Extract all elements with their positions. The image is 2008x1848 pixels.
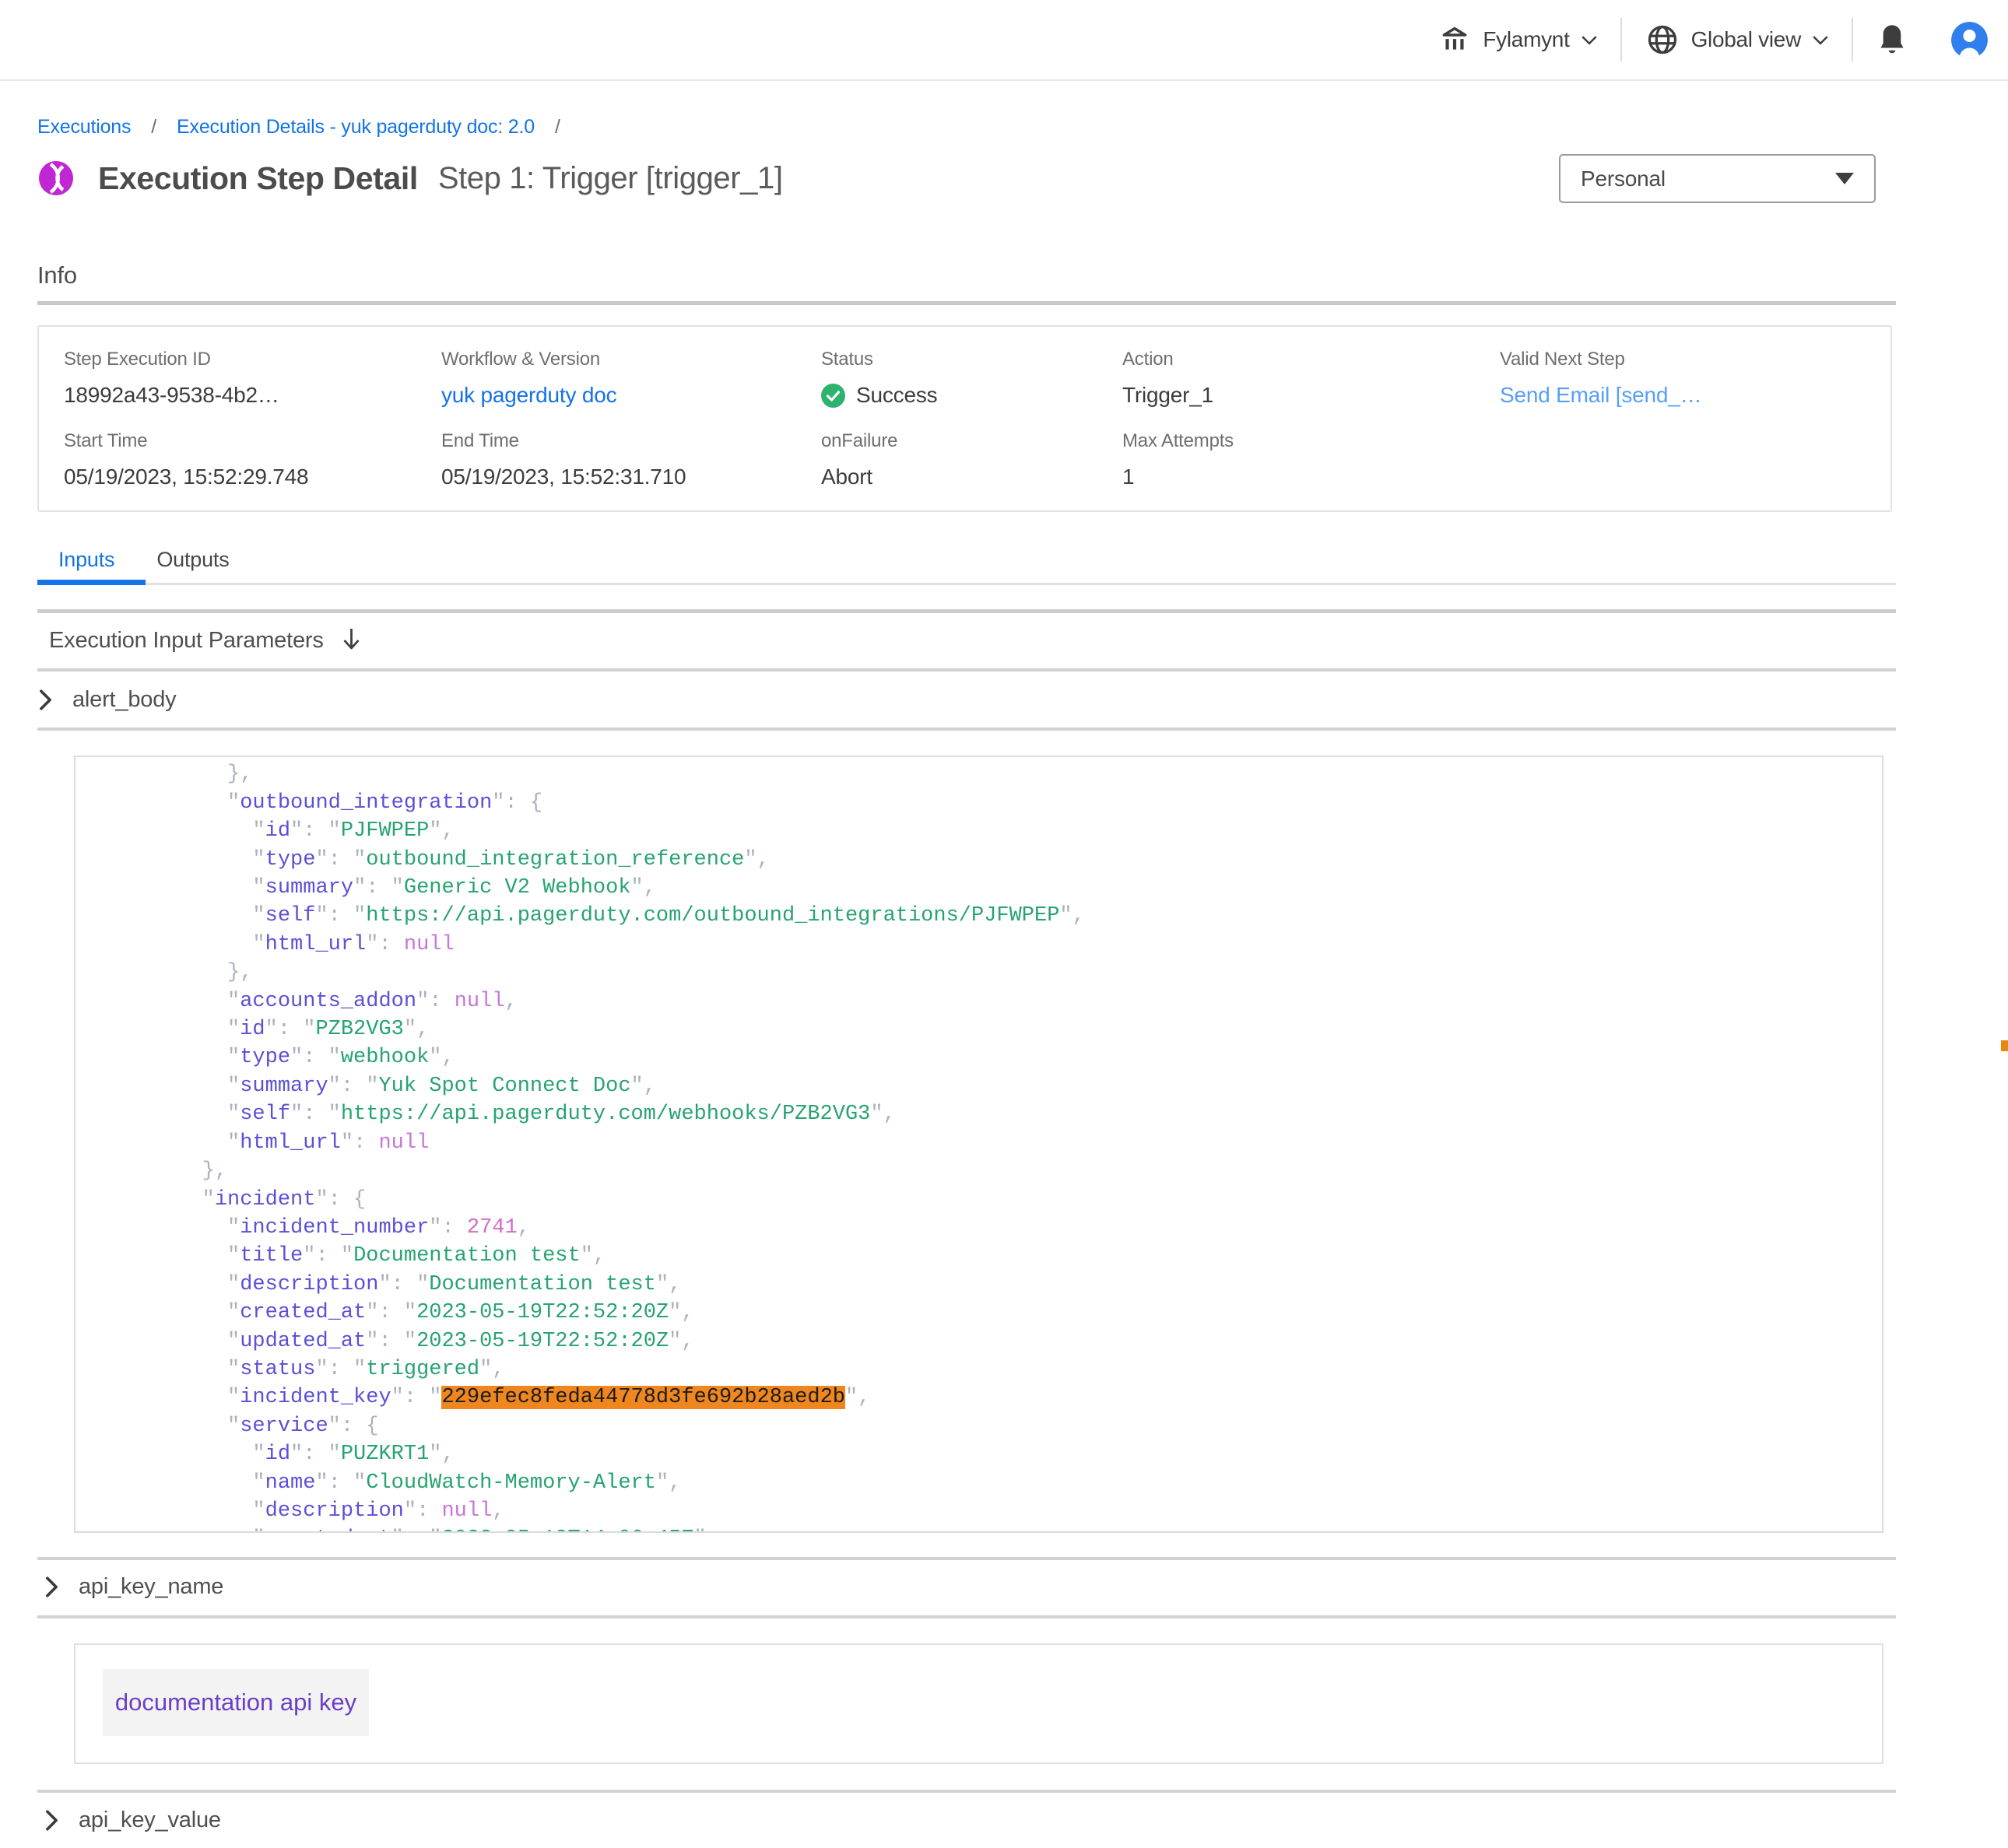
fylamynt-logo-icon <box>37 160 75 197</box>
field-action: Action Trigger_1 <box>1122 349 1213 408</box>
organization-icon <box>1438 23 1471 56</box>
scope-select-value: Personal <box>1581 167 1666 191</box>
field-value: Trigger_1 <box>1122 383 1213 408</box>
field-label: Max Attempts <box>1122 430 1234 452</box>
status-badge: Success <box>821 383 937 408</box>
active-tab-indicator <box>37 580 146 585</box>
param-row-api-key-value[interactable]: api_key_value <box>45 1808 221 1833</box>
field-label: onFailure <box>821 430 897 452</box>
section-divider <box>37 1557 1896 1560</box>
workflow-link[interactable]: yuk pagerduty doc <box>441 383 616 408</box>
field-step-execution-id: Step Execution ID 18992a43-9538-4b2… <box>64 349 279 408</box>
scrollbar-highlight-marker <box>2001 1040 2008 1051</box>
param-name: alert_body <box>72 687 176 713</box>
tab-bottom-border <box>146 583 1896 585</box>
field-value: 18992a43-9538-4b2… <box>64 383 279 408</box>
chevron-right-icon <box>45 1810 58 1831</box>
tab-bar: Inputs Outputs <box>37 548 251 580</box>
field-label: Start Time <box>64 430 308 452</box>
top-bar: Fylamynt Global view <box>0 0 2008 81</box>
field-value: Abort <box>821 465 897 489</box>
scope-select[interactable]: Personal <box>1559 154 1876 203</box>
info-divider <box>37 301 1896 305</box>
chevron-right-icon <box>45 1576 58 1597</box>
page-title: Execution Step Detail <box>98 160 418 197</box>
param-name: api_key_name <box>79 1574 223 1600</box>
info-card: Step Execution ID 18992a43-9538-4b2… Wor… <box>37 325 1892 512</box>
params-heading: Execution Input Parameters <box>49 628 324 654</box>
field-status: Status Success <box>821 349 937 408</box>
page-subtitle: Step 1: Trigger [trigger_1] <box>438 161 783 196</box>
title-bar: Execution Step Detail Step 1: Trigger [t… <box>37 160 783 197</box>
select-caret-icon <box>1835 173 1854 184</box>
bell-icon <box>1876 23 1908 56</box>
section-divider <box>37 728 1896 731</box>
view-switcher[interactable]: Global view <box>1645 23 1828 57</box>
globe-icon <box>1645 23 1680 57</box>
tab-inputs[interactable]: Inputs <box>37 548 135 580</box>
breadcrumb-separator: / <box>151 116 156 139</box>
json-code: "self": "https://api.pagerduty.com/log_e… <box>75 756 1882 1533</box>
field-value: 05/19/2023, 15:52:29.748 <box>64 465 308 489</box>
tab-outputs[interactable]: Outputs <box>135 548 250 580</box>
field-label: Action <box>1122 349 1213 370</box>
chevron-right-icon <box>39 689 52 710</box>
section-divider <box>37 609 1896 613</box>
field-label: Valid Next Step <box>1500 349 1701 370</box>
org-label: Fylamynt <box>1483 27 1569 52</box>
success-check-icon <box>821 384 845 408</box>
section-divider <box>37 1615 1896 1618</box>
org-switcher[interactable]: Fylamynt <box>1438 23 1596 56</box>
breadcrumb-separator: / <box>555 116 560 139</box>
breadcrumb-execution-details[interactable]: Execution Details - yuk pagerduty doc: 2… <box>177 116 535 139</box>
notifications-button[interactable] <box>1876 23 1908 56</box>
section-divider <box>37 1790 1896 1793</box>
topbar-divider <box>1620 18 1622 61</box>
param-row-api-key-name[interactable]: api_key_name <box>45 1574 223 1600</box>
field-value: 05/19/2023, 15:52:31.710 <box>441 465 686 489</box>
field-valid-next-step: Valid Next Step Send Email [send_… <box>1500 349 1701 408</box>
field-max-attempts: Max Attempts 1 <box>1122 430 1234 489</box>
chevron-down-icon <box>1813 35 1828 45</box>
execution-input-parameters-header: Execution Input Parameters <box>49 627 363 654</box>
param-row-alert-body[interactable]: alert_body <box>39 687 176 713</box>
field-value: 1 <box>1122 465 1234 489</box>
section-divider <box>37 668 1896 672</box>
chevron-down-icon <box>1581 35 1597 45</box>
breadcrumb-executions[interactable]: Executions <box>37 116 131 139</box>
next-step-link[interactable]: Send Email [send_… <box>1500 383 1701 408</box>
download-arrow-icon[interactable] <box>339 627 363 654</box>
api-key-name-panel: documentation api key <box>74 1643 1883 1764</box>
field-onfailure: onFailure Abort <box>821 430 897 489</box>
info-heading: Info <box>37 261 77 289</box>
field-start-time: Start Time 05/19/2023, 15:52:29.748 <box>64 430 308 489</box>
field-end-time: End Time 05/19/2023, 15:52:31.710 <box>441 430 686 489</box>
field-label: Status <box>821 349 937 370</box>
field-label: Workflow & Version <box>441 349 616 370</box>
field-workflow-version: Workflow & Version yuk pagerduty doc <box>441 349 616 408</box>
view-label: Global view <box>1691 27 1801 52</box>
breadcrumb: Executions / Execution Details - yuk pag… <box>37 116 560 139</box>
user-avatar[interactable] <box>1951 22 1988 58</box>
execution-step-detail-page: { "topbar": { "org_label": "Fylamynt", "… <box>0 0 2008 1848</box>
field-label: Step Execution ID <box>64 349 279 370</box>
alert-body-json-viewer[interactable]: "self": "https://api.pagerduty.com/log_e… <box>74 756 1883 1533</box>
topbar-divider <box>1852 18 1853 61</box>
status-text: Success <box>856 383 937 408</box>
api-key-name-chip: documentation api key <box>103 1669 369 1736</box>
field-label: End Time <box>441 430 686 452</box>
param-name: api_key_value <box>79 1808 221 1833</box>
